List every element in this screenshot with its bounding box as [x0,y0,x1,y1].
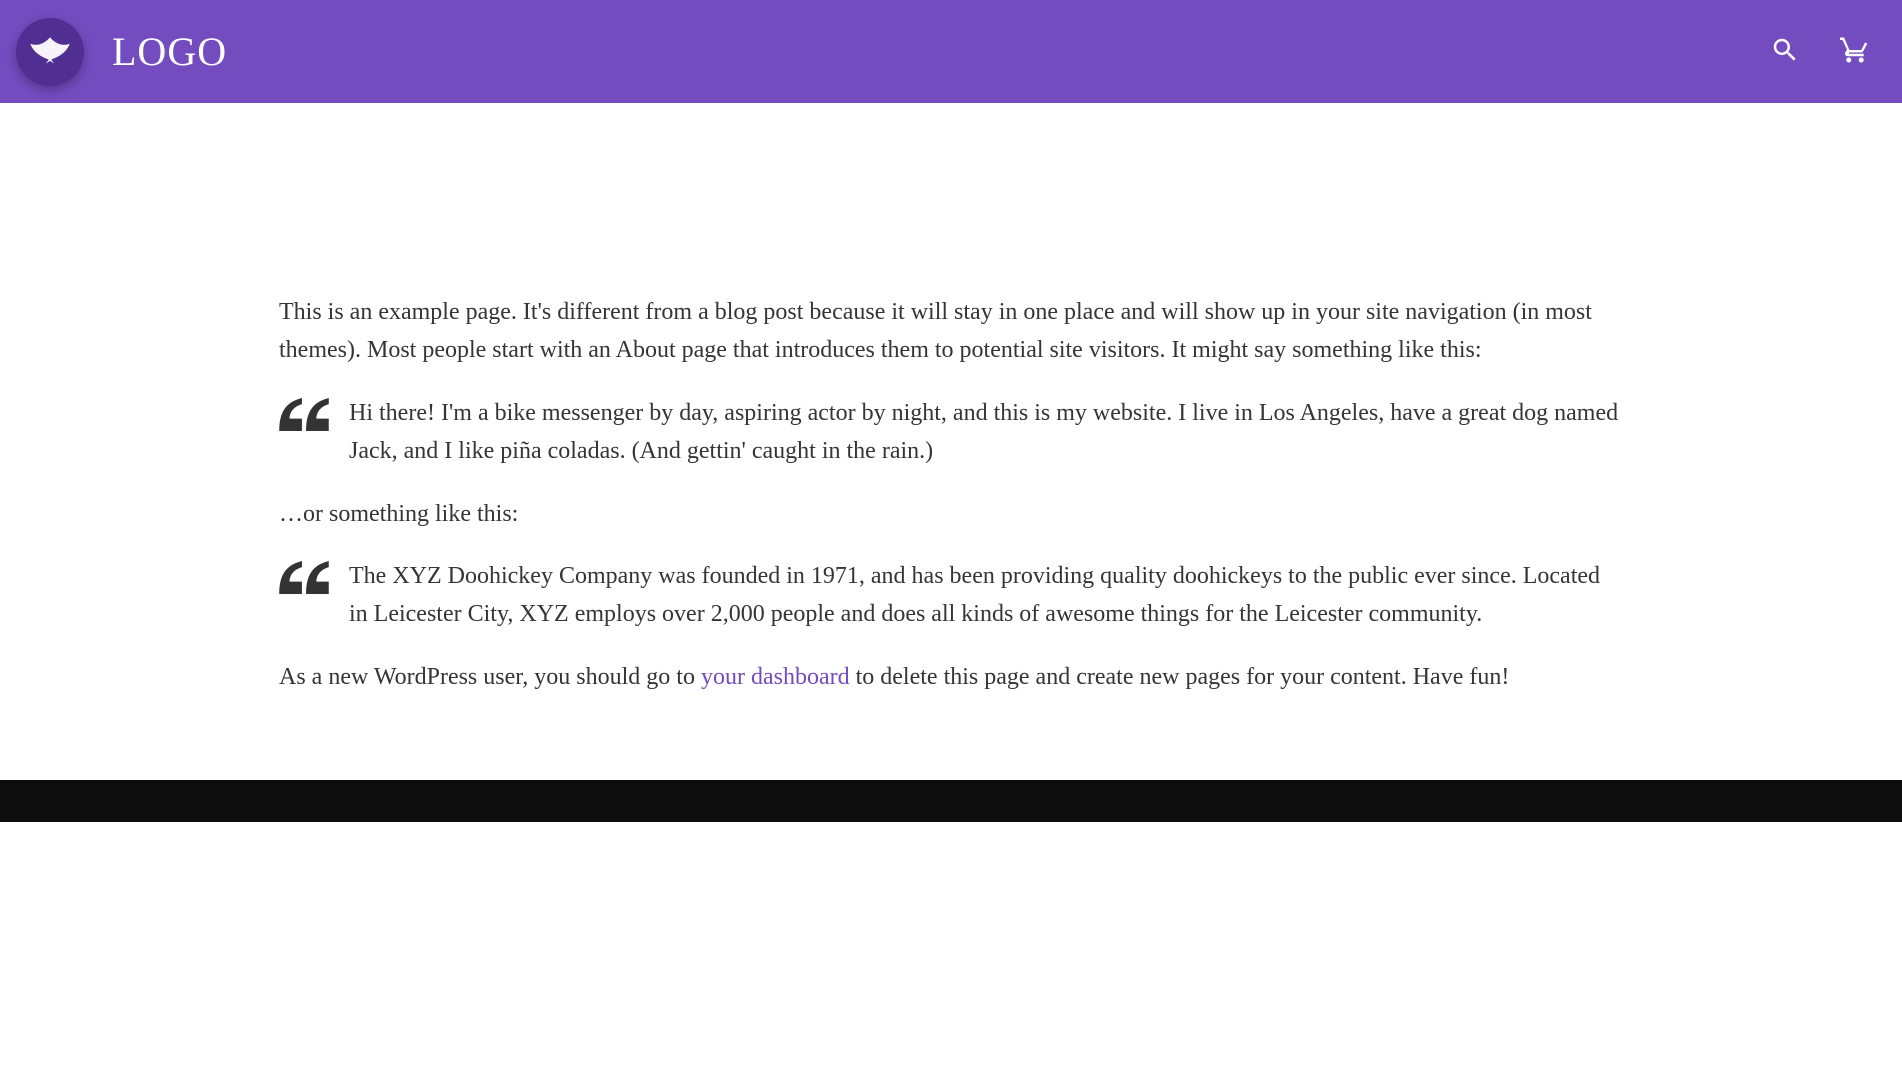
quote-text-2: The XYZ Doohickey Company was founded in… [349,563,1600,627]
dashboard-link[interactable]: your dashboard [701,664,850,690]
closing-after: to delete this page and create new pages… [850,664,1510,690]
closing-paragraph: As a new WordPress user, you should go t… [279,658,1623,696]
quote-block-2: The XYZ Doohickey Company was founded in… [279,557,1623,634]
middle-paragraph: …or something like this: [279,495,1623,533]
quote-text-1: Hi there! I'm a bike messenger by day, a… [349,400,1618,464]
search-button[interactable] [1766,31,1804,72]
cart-button[interactable] [1836,31,1874,72]
header-actions [1766,31,1874,72]
intro-paragraph: This is an example page. It's different … [279,293,1623,370]
search-icon [1770,35,1800,68]
quote-block-1: Hi there! I'm a bike messenger by day, a… [279,394,1623,471]
closing-before: As a new WordPress user, you should go t… [279,664,701,690]
logo-bubble[interactable] [16,18,84,86]
bird-icon [29,28,71,75]
logo-text[interactable]: LOGO [112,28,227,75]
site-header: LOGO [0,0,1902,103]
brand[interactable]: LOGO [16,18,227,86]
cart-icon [1840,35,1870,68]
footer-band [0,780,1902,822]
page-content: This is an example page. It's different … [279,103,1623,780]
